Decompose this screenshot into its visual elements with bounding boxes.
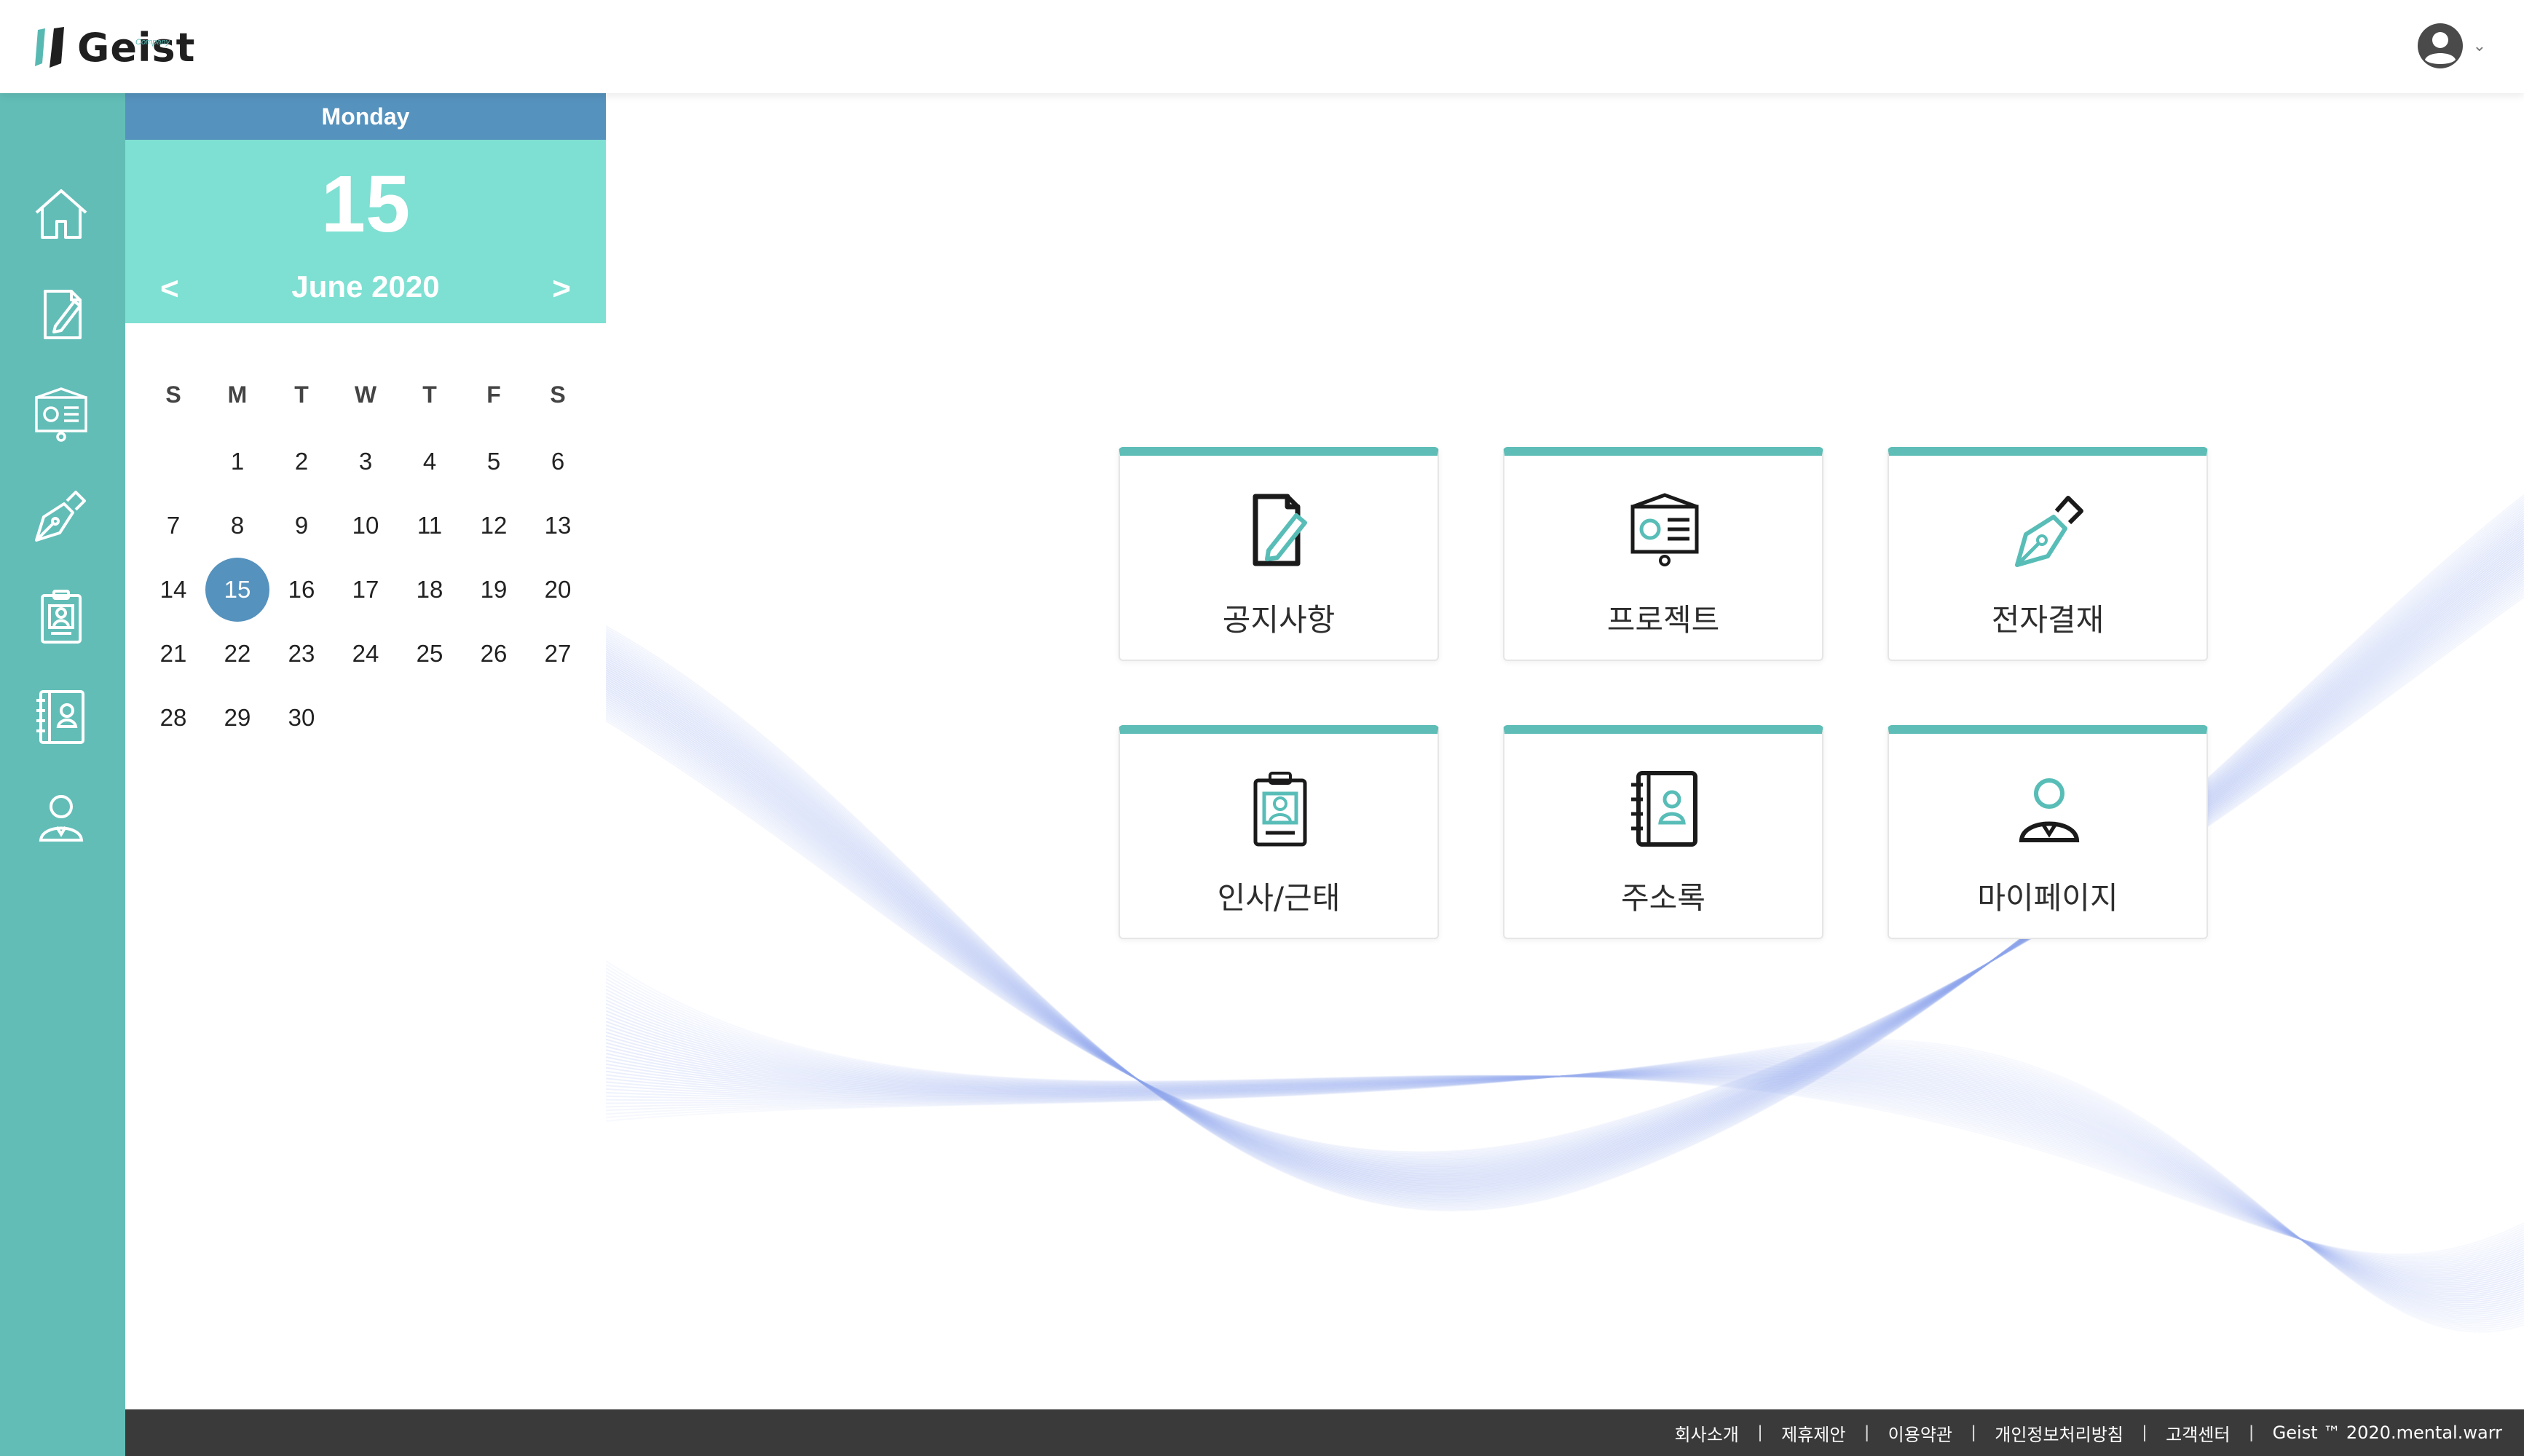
footer-separator: | xyxy=(2249,1423,2254,1442)
brand-tagline: Company xyxy=(135,38,170,47)
calendar-day[interactable]: 6 xyxy=(526,430,590,494)
calendar-day[interactable]: 25 xyxy=(398,622,462,686)
menu-card-presentation-board[interactable]: 프로젝트 xyxy=(1503,447,1823,661)
calendar-month-label: June 2020 xyxy=(291,269,440,304)
calendar-day[interactable]: 11 xyxy=(398,494,462,558)
footer-separator: | xyxy=(1864,1423,1869,1442)
menu-card-label: 인사/근태 xyxy=(1217,880,1341,916)
calendar-day-selected[interactable]: 15 xyxy=(205,558,269,622)
footer-link[interactable]: 회사소개 xyxy=(1675,1420,1739,1446)
calendar-day[interactable]: 4 xyxy=(398,430,462,494)
calendar-day[interactable]: 7 xyxy=(141,494,205,558)
footer-link[interactable]: 개인정보처리방침 xyxy=(1995,1420,2123,1446)
calendar-weekday-header: S xyxy=(165,381,181,408)
home-icon xyxy=(35,189,87,239)
calendar-day[interactable]: 28 xyxy=(141,686,205,750)
sidebar xyxy=(0,93,125,1456)
calendar-day[interactable]: 29 xyxy=(205,686,269,750)
footer-separator: | xyxy=(2142,1423,2148,1442)
calendar-day[interactable]: 17 xyxy=(334,558,398,622)
calendar-weekday-header: T xyxy=(422,381,437,408)
fountain-pen-icon xyxy=(35,491,86,542)
sidebar-item-mypage[interactable] xyxy=(28,783,95,850)
sidebar-item-home[interactable] xyxy=(28,181,95,248)
calendar-day[interactable]: 5 xyxy=(462,430,526,494)
calendar-day[interactable]: 1 xyxy=(205,430,269,494)
edit-document-icon xyxy=(44,290,82,339)
menu-card-fountain-pen[interactable]: 전자결재 xyxy=(1888,447,2208,661)
calendar-day[interactable]: 13 xyxy=(526,494,590,558)
account-avatar-icon xyxy=(2417,23,2463,68)
brand-logo[interactable]: Geist xyxy=(32,19,195,77)
calendar-day[interactable]: 19 xyxy=(462,558,526,622)
sidebar-item-notice[interactable] xyxy=(28,281,95,348)
calendar-day[interactable]: 12 xyxy=(462,494,526,558)
chevron-down-icon: ⌄ xyxy=(2472,36,2486,55)
address-book-icon xyxy=(36,690,84,744)
calendar-weekday-header: S xyxy=(550,381,566,408)
menu-card-address-book[interactable]: 주소록 xyxy=(1503,725,1823,939)
calendar-day[interactable]: 8 xyxy=(205,494,269,558)
footer-copyright: Geist ™ 2020.mental.warr xyxy=(2272,1423,2502,1443)
calendar-day-name: Monday xyxy=(125,93,606,140)
calendar-day[interactable]: 14 xyxy=(141,558,205,622)
footer-separator: | xyxy=(1757,1423,1763,1442)
edit-document-icon xyxy=(1253,494,1307,566)
calendar-day[interactable]: 9 xyxy=(269,494,334,558)
calendar-selected-day: 15 xyxy=(320,159,411,249)
sidebar-item-approval[interactable] xyxy=(28,482,95,549)
user-icon xyxy=(39,795,84,842)
menu-card-label: 주소록 xyxy=(1621,880,1705,916)
menu-card-label: 마이페이지 xyxy=(1977,880,2118,916)
sidebar-item-hr[interactable] xyxy=(28,582,95,649)
calendar-day[interactable]: 30 xyxy=(269,686,334,750)
calendar-header: 15 < June 2020 > xyxy=(125,140,606,323)
calendar-weekday-header: F xyxy=(486,381,501,408)
calendar-weekday-header: T xyxy=(294,381,309,408)
calendar-day[interactable]: 10 xyxy=(334,494,398,558)
calendar-widget: Monday 15 < June 2020 > SMTWTFS123456789… xyxy=(125,93,606,775)
presentation-board-icon xyxy=(35,387,87,442)
calendar-day[interactable]: 21 xyxy=(141,622,205,686)
menu-card-label: 프로젝트 xyxy=(1606,602,1720,638)
logo-mark-icon xyxy=(35,27,64,68)
calendar-weekday-header: W xyxy=(354,381,377,408)
id-badge-icon xyxy=(41,590,82,644)
footer-link[interactable]: 이용약관 xyxy=(1888,1420,1952,1446)
sidebar-item-project[interactable] xyxy=(28,381,95,448)
footer-separator: | xyxy=(1971,1423,1976,1442)
menu-card-label: 공지사항 xyxy=(1222,602,1336,638)
brand-name: Geist xyxy=(77,25,196,71)
id-badge-icon xyxy=(1253,772,1307,847)
address-book-icon xyxy=(1631,771,1697,847)
calendar-day[interactable]: 26 xyxy=(462,622,526,686)
presentation-board-icon xyxy=(1630,493,1699,566)
menu-card-user[interactable]: 마이페이지 xyxy=(1888,725,2208,939)
calendar-day[interactable]: 23 xyxy=(269,622,334,686)
top-header: Geist Company ⌄ xyxy=(0,0,2524,93)
footer-link[interactable]: 고객센터 xyxy=(2166,1420,2230,1446)
user-menu[interactable]: ⌄ xyxy=(2416,22,2486,70)
menu-card-id-badge[interactable]: 인사/근태 xyxy=(1119,725,1439,939)
fountain-pen-icon xyxy=(2015,496,2083,567)
footer-bar: 회사소개 | 제휴제안 | 이용약관 | 개인정보처리방침 | 고객센터 | Geist ™ 202… xyxy=(125,1409,2524,1456)
calendar-day[interactable]: 18 xyxy=(398,558,462,622)
calendar-weekday-header: M xyxy=(227,381,248,408)
menu-card-edit-document[interactable]: 공지사항 xyxy=(1119,447,1439,661)
calendar-day[interactable]: 24 xyxy=(334,622,398,686)
calendar-grid: S M T W T F S 1 2 3 4 5 6 7 8 9 10 11 12 13 14 15 16 17 18 19 20 21… xyxy=(125,323,606,775)
calendar-next-month-button[interactable]: > xyxy=(552,271,571,307)
calendar-day[interactable]: 20 xyxy=(526,558,590,622)
calendar-day[interactable]: 2 xyxy=(269,430,334,494)
footer-link[interactable]: 제휴제안 xyxy=(1781,1420,1845,1446)
calendar-day[interactable]: 16 xyxy=(269,558,334,622)
calendar-day[interactable]: 27 xyxy=(526,622,590,686)
sidebar-item-addressbook[interactable] xyxy=(28,683,95,750)
calendar-day[interactable]: 22 xyxy=(205,622,269,686)
calendar-day[interactable]: 3 xyxy=(334,430,398,494)
user-icon xyxy=(2019,778,2080,842)
menu-card-label: 전자결재 xyxy=(1991,602,2105,638)
